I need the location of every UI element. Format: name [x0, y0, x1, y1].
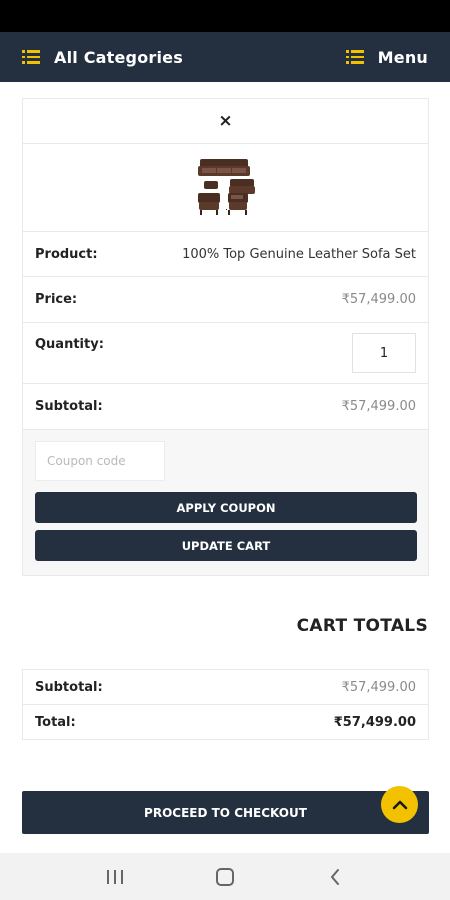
totals-subtotal-label: Subtotal: — [35, 679, 103, 695]
all-categories-label: All Categories — [54, 47, 183, 67]
recents-icon — [107, 869, 123, 884]
product-image-row — [23, 144, 428, 232]
quantity-row: Quantity: 1 — [23, 323, 428, 384]
cart-item-table: × Product: 100% Top Genuine Leather Sofa… — [22, 98, 429, 576]
subtotal-label: Subtotal: — [35, 399, 103, 414]
chevron-up-icon — [392, 800, 407, 809]
totals-total-row: Total: ₹57,499.00 — [23, 705, 428, 740]
quantity-label: Quantity: — [35, 337, 104, 352]
product-name-link[interactable]: 100% Top Genuine Leather Sofa Set — [182, 247, 416, 262]
totals-total-label: Total: — [35, 715, 76, 730]
cart-totals-table: Subtotal: ₹57,499.00 Total: ₹57,499.00 — [22, 669, 429, 740]
totals-total-value: ₹57,499.00 — [333, 715, 416, 730]
price-value: ₹57,499.00 — [341, 292, 416, 307]
back-button[interactable] — [315, 862, 355, 892]
home-icon — [216, 867, 234, 886]
menu-label: Menu — [377, 47, 428, 67]
cart-totals-heading: CART TOTALS — [296, 616, 428, 636]
top-navigation-bar: All Categories Menu — [0, 32, 450, 82]
price-row: Price: ₹57,499.00 — [23, 277, 428, 323]
system-navigation-bar — [0, 853, 450, 900]
coupon-actions: Coupon code APPLY COUPON UPDATE CART — [23, 430, 428, 575]
back-icon — [331, 868, 339, 885]
recents-button[interactable] — [95, 862, 135, 892]
all-categories-button[interactable]: All Categories — [22, 48, 183, 67]
list-icon — [345, 50, 364, 64]
home-button[interactable] — [205, 862, 245, 892]
product-row: Product: 100% Top Genuine Leather Sofa S… — [23, 232, 428, 277]
scroll-to-top-button[interactable] — [381, 786, 418, 823]
remove-item-row: × — [23, 99, 428, 144]
list-icon — [22, 50, 40, 64]
subtotal-value: ₹57,499.00 — [341, 399, 416, 414]
subtotal-row: Subtotal: ₹57,499.00 — [23, 384, 428, 430]
update-cart-button[interactable]: UPDATE CART — [35, 530, 417, 561]
product-thumbnail-image[interactable] — [196, 157, 256, 219]
status-bar — [0, 0, 450, 32]
product-label: Product: — [35, 246, 98, 262]
proceed-to-checkout-button[interactable]: PROCEED TO CHECKOUT — [22, 791, 429, 834]
menu-button[interactable]: Menu — [345, 47, 428, 67]
apply-coupon-button[interactable]: APPLY COUPON — [35, 492, 417, 523]
close-icon[interactable]: × — [218, 111, 232, 131]
coupon-code-input[interactable]: Coupon code — [35, 441, 165, 481]
totals-subtotal-value: ₹57,499.00 — [341, 679, 416, 695]
price-label: Price: — [35, 292, 78, 307]
totals-subtotal-row: Subtotal: ₹57,499.00 — [23, 670, 428, 705]
quantity-input[interactable]: 1 — [352, 333, 416, 373]
